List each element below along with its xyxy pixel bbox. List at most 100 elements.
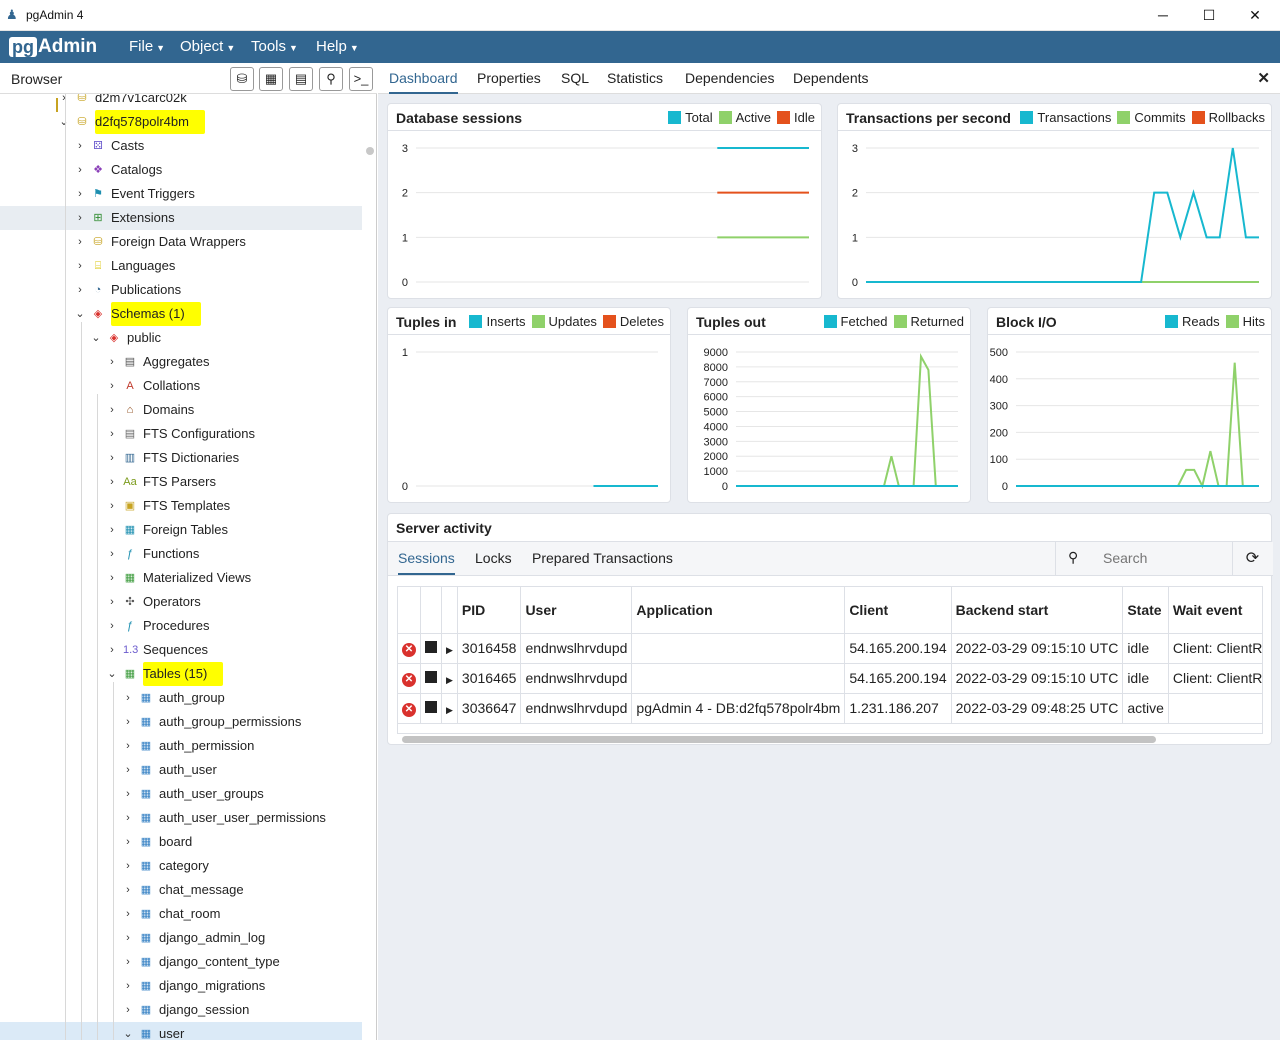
- tree-item[interactable]: › ▦ auth_user_user_permissions: [0, 806, 362, 830]
- tree-item[interactable]: › ƒ Functions: [0, 542, 362, 566]
- chevron-right-icon[interactable]: ›: [122, 758, 134, 782]
- tab-properties[interactable]: Properties: [477, 63, 541, 94]
- database-icon[interactable]: ⛁: [230, 67, 254, 91]
- tab-sessions[interactable]: Sessions: [398, 542, 455, 575]
- chevron-down-icon[interactable]: ⌄: [58, 110, 70, 134]
- maximize-button[interactable]: ☐: [1186, 0, 1232, 31]
- tree-item[interactable]: › ❖ Catalogs: [0, 158, 362, 182]
- tree-item[interactable]: › ▦ auth_group_permissions: [0, 710, 362, 734]
- chevron-right-icon[interactable]: ›: [106, 422, 118, 446]
- tree-scrollbar[interactable]: [364, 94, 376, 1040]
- terminal-icon[interactable]: >_: [349, 67, 373, 91]
- tree-scroll-thumb[interactable]: [366, 147, 374, 155]
- legend-item[interactable]: Inserts: [469, 314, 526, 329]
- tree-item[interactable]: › ▥ FTS Dictionaries: [0, 446, 362, 470]
- tree-item[interactable]: › ▦ chat_room: [0, 902, 362, 926]
- tree-item[interactable]: › ▦ board: [0, 830, 362, 854]
- tree-item[interactable]: ⌄ ⛁ d2fq578polr4bm: [0, 110, 362, 134]
- search-input[interactable]: [1103, 550, 1227, 566]
- tree-item[interactable]: › ▦ auth_group: [0, 686, 362, 710]
- col-pid[interactable]: PID: [457, 587, 522, 634]
- tree-item[interactable]: ⌄ ▦ user: [0, 1022, 362, 1040]
- chevron-right-icon[interactable]: ›: [74, 182, 86, 206]
- chevron-right-icon[interactable]: ›: [106, 350, 118, 374]
- chevron-right-icon[interactable]: ›: [106, 614, 118, 638]
- tree-item[interactable]: › ⌂ Domains: [0, 398, 362, 422]
- chevron-right-icon[interactable]: ›: [106, 590, 118, 614]
- expand-row-icon[interactable]: ▶: [446, 705, 453, 715]
- terminate-session-icon[interactable]: ✕: [402, 703, 416, 717]
- legend-item[interactable]: Rollbacks: [1191, 110, 1265, 125]
- expand-row-icon[interactable]: ▶: [446, 675, 453, 685]
- col-client[interactable]: Client: [844, 587, 952, 634]
- chevron-right-icon[interactable]: ›: [74, 206, 86, 230]
- col-application[interactable]: Application: [631, 587, 846, 634]
- cancel-query-icon[interactable]: [425, 701, 437, 713]
- chevron-right-icon[interactable]: ›: [58, 94, 70, 110]
- col-state[interactable]: State: [1122, 587, 1169, 634]
- tree-item[interactable]: › ƒ Procedures: [0, 614, 362, 638]
- chevron-right-icon[interactable]: ›: [122, 830, 134, 854]
- tree-item[interactable]: › ▦ auth_permission: [0, 734, 362, 758]
- legend-item[interactable]: Active: [718, 110, 771, 125]
- legend-item[interactable]: Total: [668, 110, 713, 125]
- tree-item[interactable]: › ✣ Operators: [0, 590, 362, 614]
- tab-locks[interactable]: Locks: [475, 542, 512, 575]
- legend-item[interactable]: Transactions: [1020, 110, 1111, 125]
- chevron-right-icon[interactable]: ›: [122, 686, 134, 710]
- chevron-right-icon[interactable]: ›: [74, 134, 86, 158]
- legend-item[interactable]: Fetched: [823, 314, 888, 329]
- chevron-right-icon[interactable]: ›: [106, 374, 118, 398]
- chevron-right-icon[interactable]: ›: [74, 158, 86, 182]
- legend-item[interactable]: Reads: [1165, 314, 1220, 329]
- table-row[interactable]: ✕ ▶ 3016458 endnwslhrvdupd 54.165.200.194 202…: [398, 633, 1262, 664]
- chevron-down-icon[interactable]: ⌄: [122, 1022, 134, 1040]
- close-tab-icon[interactable]: ✕: [1257, 69, 1270, 87]
- chevron-right-icon[interactable]: ›: [106, 470, 118, 494]
- menu-help[interactable]: Help ▼: [316, 31, 359, 63]
- terminate-session-icon[interactable]: ✕: [402, 643, 416, 657]
- tree-item[interactable]: › ▣ FTS Templates: [0, 494, 362, 518]
- chevron-right-icon[interactable]: ›: [74, 278, 86, 302]
- tree-item[interactable]: › ▤ FTS Configurations: [0, 422, 362, 446]
- chevron-right-icon[interactable]: ›: [106, 398, 118, 422]
- filter-table-icon[interactable]: ▤: [289, 67, 313, 91]
- chevron-right-icon[interactable]: ›: [122, 974, 134, 998]
- chevron-right-icon[interactable]: ›: [106, 518, 118, 542]
- chevron-right-icon[interactable]: ›: [122, 782, 134, 806]
- tab-dashboard[interactable]: Dashboard: [389, 63, 458, 94]
- tree-item[interactable]: › ▦ django_content_type: [0, 950, 362, 974]
- chevron-right-icon[interactable]: ›: [122, 950, 134, 974]
- tree-item[interactable]: ⌄ ◈ Schemas (1): [0, 302, 362, 326]
- tree-item[interactable]: › ▦ category: [0, 854, 362, 878]
- minimize-button[interactable]: ─: [1140, 0, 1186, 31]
- legend-item[interactable]: Deletes: [602, 314, 664, 329]
- chevron-right-icon[interactable]: ›: [106, 638, 118, 662]
- col-backend-start[interactable]: Backend start: [951, 587, 1124, 634]
- col-wait-event[interactable]: Wait event: [1168, 587, 1262, 634]
- expand-row-icon[interactable]: ▶: [446, 645, 453, 655]
- legend-item[interactable]: Updates: [531, 314, 597, 329]
- tab-dependents[interactable]: Dependents: [793, 63, 869, 94]
- chevron-right-icon[interactable]: ›: [122, 734, 134, 758]
- chevron-down-icon[interactable]: ⌄: [106, 662, 118, 686]
- tree-item[interactable]: › ▦ django_admin_log: [0, 926, 362, 950]
- tree-item[interactable]: › ▦ django_migrations: [0, 974, 362, 998]
- cancel-query-icon[interactable]: [425, 671, 437, 683]
- menu-object[interactable]: Object ▼: [180, 31, 235, 63]
- tree-item[interactable]: ⌄ ◈ public: [0, 326, 362, 350]
- tree-item[interactable]: › ▦ chat_message: [0, 878, 362, 902]
- legend-item[interactable]: Hits: [1225, 314, 1265, 329]
- cancel-query-icon[interactable]: [425, 641, 437, 653]
- tree-item[interactable]: › ⌸ Languages: [0, 254, 362, 278]
- tree-item[interactable]: › ⚄ Casts: [0, 134, 362, 158]
- tab-sql[interactable]: SQL: [561, 63, 589, 94]
- search-icon[interactable]: ⚲: [319, 67, 343, 91]
- grid-horizontal-scrollbar[interactable]: [402, 736, 1156, 743]
- chevron-down-icon[interactable]: ⌄: [74, 302, 86, 326]
- tab-dependencies[interactable]: Dependencies: [685, 63, 775, 94]
- tree-item[interactable]: › ▦ Materialized Views: [0, 566, 362, 590]
- chevron-right-icon[interactable]: ›: [122, 854, 134, 878]
- legend-item[interactable]: Idle: [777, 110, 815, 125]
- legend-item[interactable]: Commits: [1117, 110, 1186, 125]
